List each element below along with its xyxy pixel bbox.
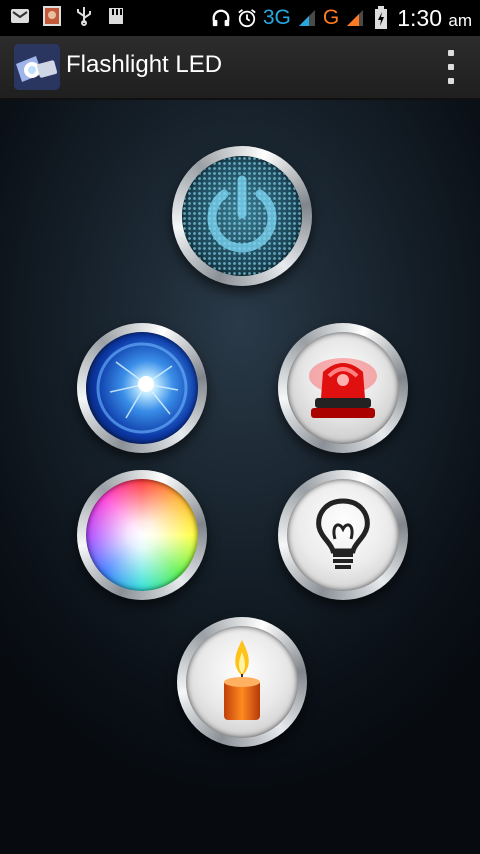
candle-button[interactable] [177,617,307,747]
email-icon [10,6,30,26]
bulb-button[interactable] [278,470,408,600]
screen: 3G G 1:30 am Flashlight LED [0,0,480,854]
power-button[interactable] [172,146,312,286]
lightning-orb-icon [96,342,188,434]
headset-icon [211,8,231,28]
status-bar: 3G G 1:30 am [0,0,480,36]
status-left-icons [10,6,126,26]
strobe-button[interactable] [77,323,207,453]
signal-icon-2 [345,8,365,28]
strobe-button-face [86,332,198,444]
clock: 1:30 am [397,5,472,32]
alarm-icon [237,8,257,28]
candle-button-face [186,626,298,738]
color-wheel-icon [86,479,198,591]
overflow-menu-icon[interactable] [444,50,458,84]
action-bar: Flashlight LED [0,36,480,100]
status-right: 3G G 1:30 am [211,4,472,32]
color-light-button[interactable] [77,470,207,600]
clock-time: 1:30 [397,4,442,31]
network-3g-label: 3G [262,6,291,29]
light-bulb-icon [316,498,370,569]
siren-button-face [287,332,399,444]
photo-icon [42,6,62,26]
clock-ampm: am [448,10,472,30]
power-icon [207,175,277,253]
siren-icon [309,358,377,418]
sd-card-icon [106,6,126,26]
battery-charging-icon [371,6,391,29]
candle-icon [224,640,260,720]
power-button-face [182,156,302,276]
bulb-button-face [287,479,399,591]
usb-icon [74,6,94,26]
network-g-label: G [322,6,340,29]
siren-button[interactable] [278,323,408,453]
signal-icon [297,8,317,28]
flashlight-app-icon[interactable] [14,44,60,90]
app-title: Flashlight LED [66,51,223,78]
